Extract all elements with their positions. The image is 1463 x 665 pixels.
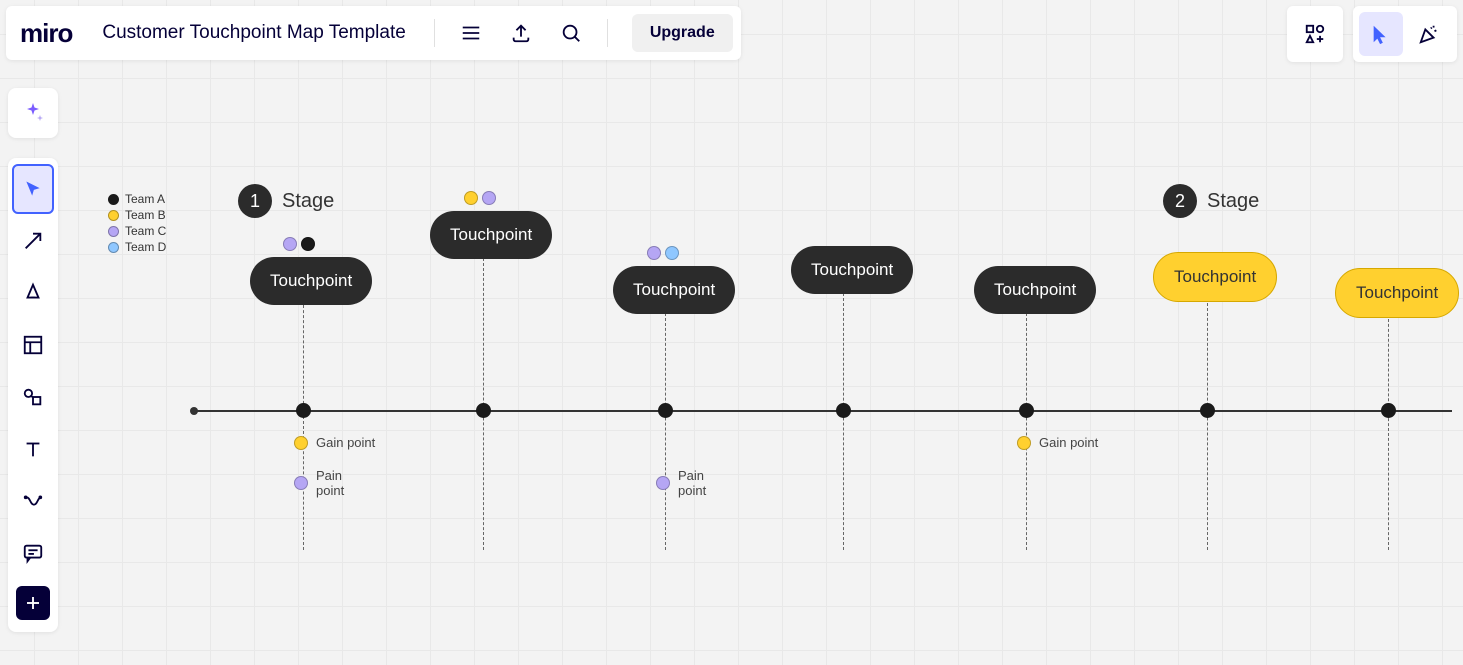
pain-dot-icon [294, 476, 308, 490]
legend-label: Team A [125, 192, 165, 206]
stage-marker-2[interactable]: 2 Stage [1163, 184, 1259, 218]
pain-dot-icon [656, 476, 670, 490]
timeline-node[interactable] [836, 403, 851, 418]
timeline-node[interactable] [1381, 403, 1396, 418]
legend-label: Team C [125, 224, 166, 238]
team-dot [482, 191, 496, 205]
pain-point[interactable]: Pain point [656, 468, 716, 498]
gain-point-label: Gain point [1039, 435, 1098, 450]
timeline-node[interactable] [658, 403, 673, 418]
touchpoint-pill[interactable]: Touchpoint [974, 266, 1096, 314]
gain-dot-icon [294, 436, 308, 450]
connector-dashed [303, 300, 304, 550]
team-dot [283, 237, 297, 251]
team-tags[interactable] [464, 191, 496, 205]
connector-dashed [1388, 314, 1389, 550]
gain-point[interactable]: Gain point [1017, 435, 1098, 450]
touchpoint-pill[interactable]: Touchpoint [430, 211, 552, 259]
legend-item: Team D [108, 240, 166, 254]
stage-label: Stage [1207, 190, 1259, 213]
stage-number: 1 [238, 184, 272, 218]
connector-dashed [843, 293, 844, 550]
legend-label: Team D [125, 240, 166, 254]
pain-point-label: Pain point [316, 468, 350, 498]
connector-dashed [665, 313, 666, 550]
timeline-node[interactable] [1200, 403, 1215, 418]
timeline-node[interactable] [476, 403, 491, 418]
team-dot [301, 237, 315, 251]
stage-label: Stage [282, 190, 334, 213]
timeline[interactable] [192, 410, 1452, 412]
legend-item: Team C [108, 224, 166, 238]
pain-point[interactable]: Pain point [294, 468, 354, 498]
team-tags[interactable] [647, 246, 679, 260]
legend-label: Team B [125, 208, 166, 222]
timeline-node[interactable] [1019, 403, 1034, 418]
team-legend[interactable]: Team A Team B Team C Team D [108, 192, 166, 256]
legend-dot [108, 210, 119, 221]
team-dot [665, 246, 679, 260]
canvas[interactable]: Team A Team B Team C Team D 1 Stage 2 St… [0, 0, 1463, 665]
team-dot [464, 191, 478, 205]
touchpoint-pill[interactable]: Touchpoint [791, 246, 913, 294]
legend-dot [108, 194, 119, 205]
legend-dot [108, 226, 119, 237]
gain-dot-icon [1017, 436, 1031, 450]
touchpoint-pill[interactable]: Touchpoint [1153, 252, 1277, 302]
legend-dot [108, 242, 119, 253]
gain-point-label: Gain point [316, 435, 375, 450]
team-tags[interactable] [283, 237, 315, 251]
stage-marker-1[interactable]: 1 Stage [238, 184, 334, 218]
pain-point-label: Pain point [678, 468, 712, 498]
connector-dashed [1026, 313, 1027, 550]
touchpoint-pill[interactable]: Touchpoint [1335, 268, 1459, 318]
connector-dashed [1207, 298, 1208, 550]
gain-point[interactable]: Gain point [294, 435, 375, 450]
touchpoint-pill[interactable]: Touchpoint [613, 266, 735, 314]
team-dot [647, 246, 661, 260]
timeline-node[interactable] [296, 403, 311, 418]
legend-item: Team B [108, 208, 166, 222]
stage-number: 2 [1163, 184, 1197, 218]
legend-item: Team A [108, 192, 166, 206]
touchpoint-pill[interactable]: Touchpoint [250, 257, 372, 305]
